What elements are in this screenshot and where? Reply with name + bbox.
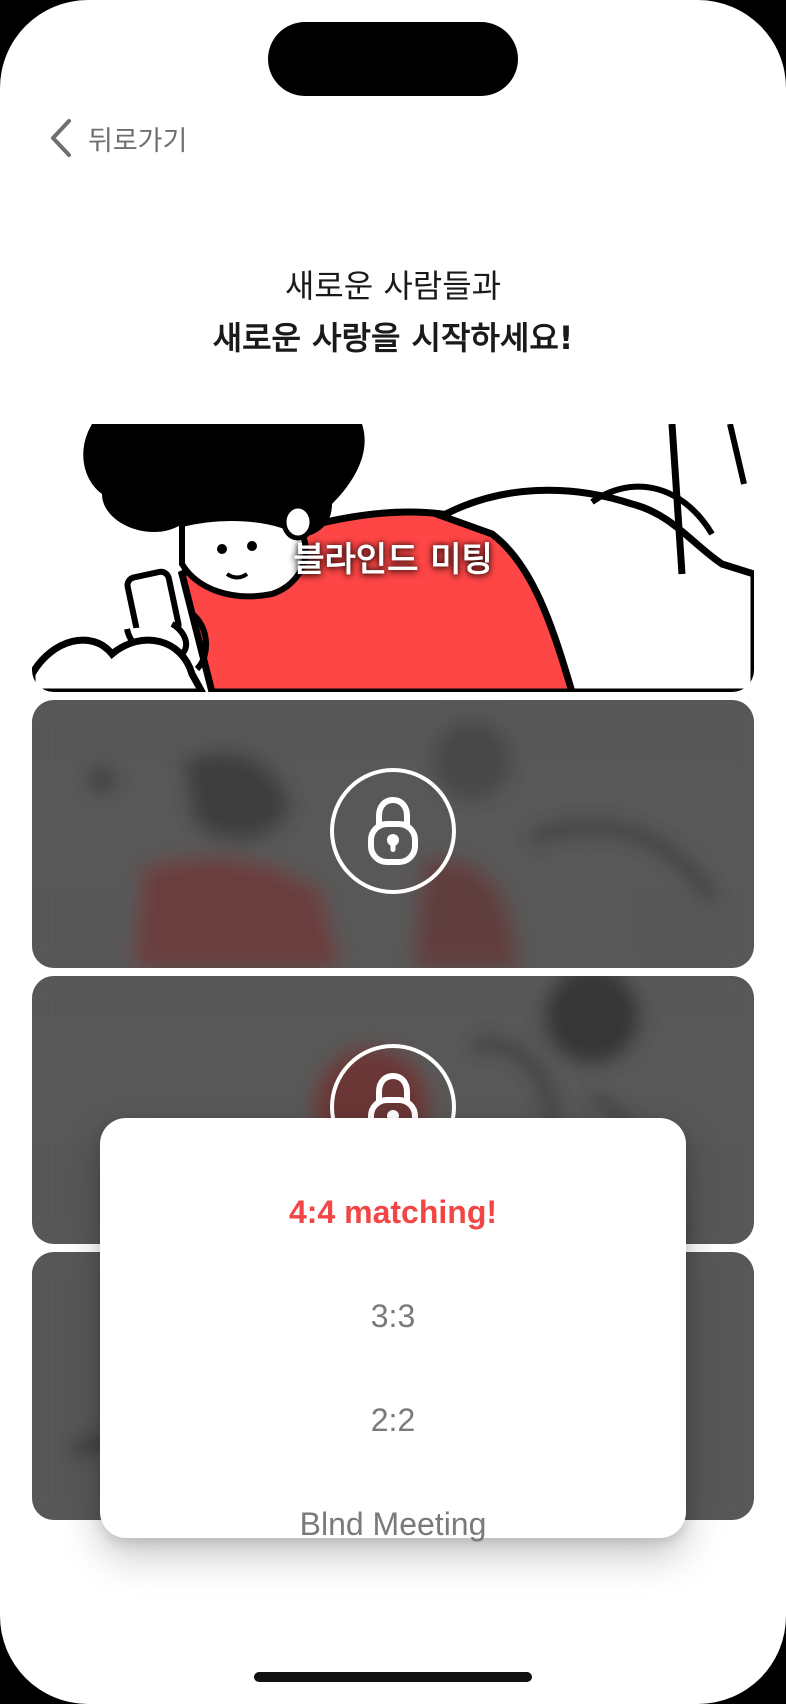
option-2-2[interactable]: 2:2	[100, 1380, 686, 1460]
back-label: 뒤로가기	[88, 125, 188, 157]
home-indicator[interactable]	[254, 1672, 532, 1682]
matching-type-menu: 4:4 matching! 3:3 2:2 Blnd Meeting	[100, 1118, 686, 1542]
card-title-blind-meeting: 블라인드 미팅	[293, 540, 493, 580]
chevron-left-icon	[44, 116, 78, 160]
meeting-card-locked[interactable]	[32, 700, 754, 968]
option-4-4-matching[interactable]: 4:4 matching!	[100, 1172, 686, 1252]
headline-line-1: 새로운 사람들과	[284, 267, 502, 305]
option-3-3[interactable]: 3:3	[100, 1276, 686, 1356]
headline-line-2: 새로운 사랑을 시작하세요!	[212, 319, 574, 357]
headline: 새로운 사람들과 새로운 사랑을 시작하세요!	[0, 262, 786, 366]
option-blind-meeting[interactable]: Blnd Meeting	[100, 1484, 686, 1564]
meeting-card-blind[interactable]: 블라인드 미팅	[32, 424, 754, 692]
lock-icon	[330, 768, 456, 894]
phone-screen: 뒤로가기 새로운 사람들과 새로운 사랑을 시작하세요! 블라인드 미팅 4:4…	[0, 0, 786, 1704]
back-button[interactable]: 뒤로가기	[44, 116, 187, 160]
dynamic-island	[268, 22, 518, 96]
